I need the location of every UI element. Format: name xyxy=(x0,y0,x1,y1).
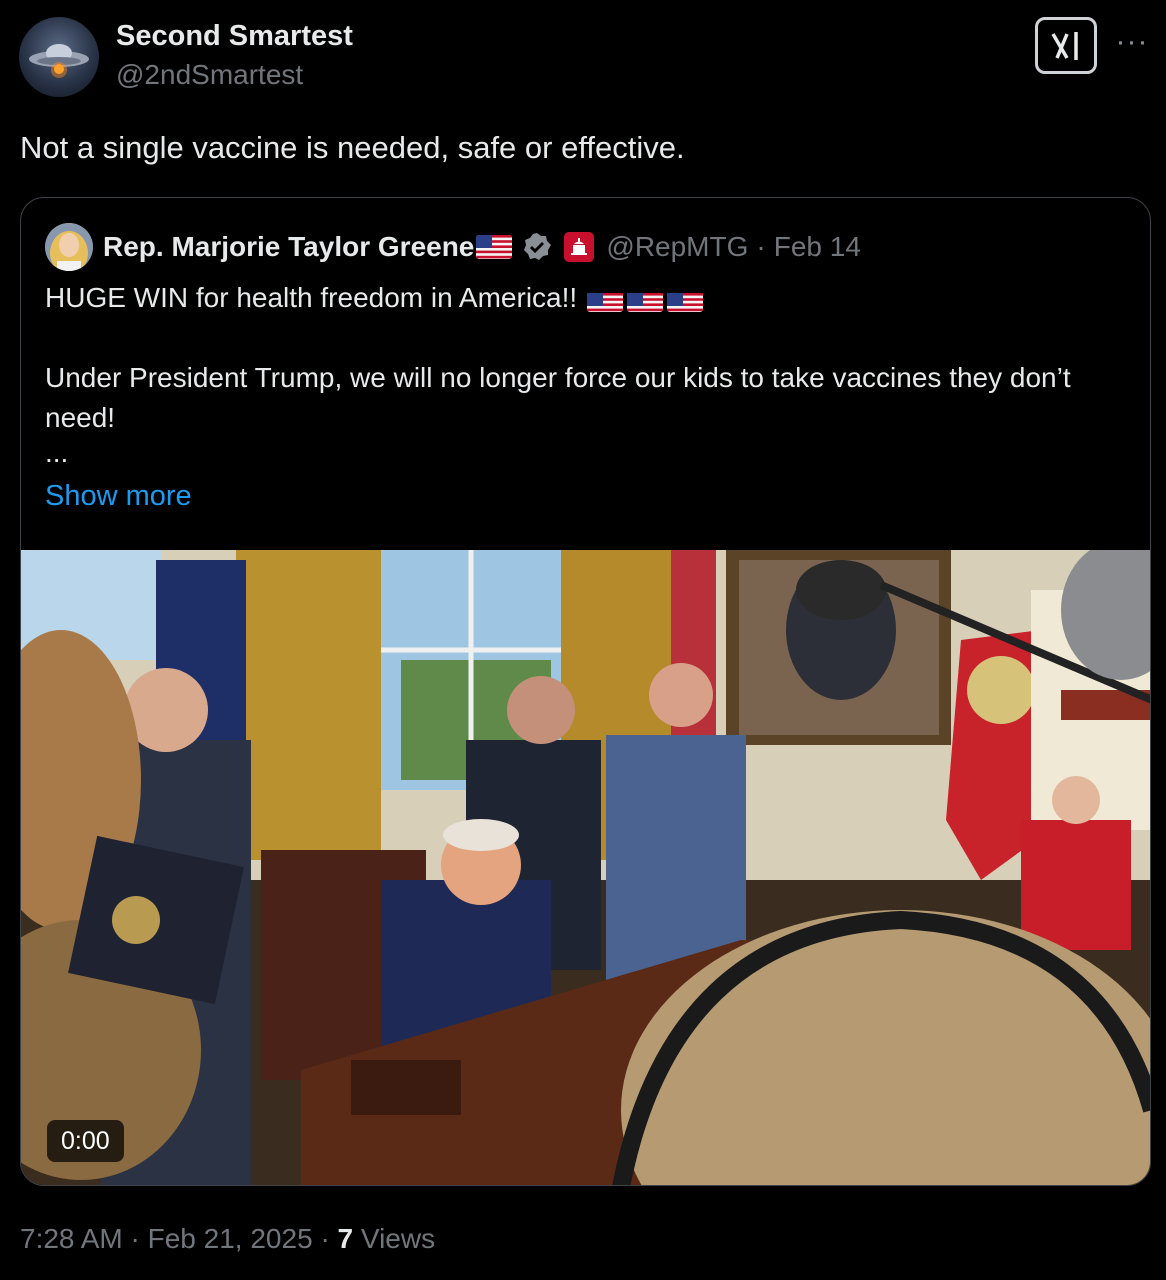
more-icon[interactable]: ··· xyxy=(1112,22,1152,62)
post-meta: 7:28 AM · Feb 21, 2025 · 7 Views xyxy=(20,1220,435,1258)
quote-text-line1: HUGE WIN for health freedom in America!! xyxy=(45,278,1125,318)
author-handle[interactable]: @2ndSmartest xyxy=(116,56,353,94)
video-thumbnail xyxy=(21,550,1150,1185)
views-count: 7 xyxy=(337,1223,354,1254)
grok-icon xyxy=(1051,31,1078,60)
video-timecode: 0:00 xyxy=(47,1120,124,1162)
government-affiliation-icon[interactable] xyxy=(564,232,595,262)
post: Second Smartest @2ndSmartest ··· Not a s… xyxy=(0,0,1166,1280)
post-text: Not a single vaccine is needed, safe or … xyxy=(20,130,685,165)
quote-author-avatar[interactable] xyxy=(45,223,93,271)
grok-button[interactable] xyxy=(1035,17,1097,74)
author-avatar[interactable] xyxy=(19,17,99,97)
quote-author-name[interactable]: Rep. Marjorie Taylor Greene xyxy=(103,231,474,263)
quote-author-handle[interactable]: @RepMTG xyxy=(606,231,748,263)
verified-badge-icon[interactable] xyxy=(522,232,552,262)
quote-text-line2: Under President Trump, we will no longer… xyxy=(45,362,1071,433)
quote-header: Rep. Marjorie Taylor Greene @RepMTG · Fe… xyxy=(45,222,861,272)
video-player[interactable]: 0:00 xyxy=(21,550,1150,1185)
post-date[interactable]: Feb 21, 2025 xyxy=(148,1223,313,1254)
quote-date[interactable]: Feb 14 xyxy=(774,231,861,263)
us-flag-icon xyxy=(476,235,513,259)
us-flag-icon xyxy=(666,288,703,312)
views-label: Views xyxy=(360,1223,436,1254)
post-time[interactable]: 7:28 AM xyxy=(20,1223,123,1254)
quote-text: HUGE WIN for health freedom in America!! xyxy=(45,282,578,313)
meta-separator: · xyxy=(320,1223,330,1254)
quote-ellipsis: ... xyxy=(45,437,69,468)
meta-separator: · xyxy=(130,1223,140,1254)
quote-separator: · xyxy=(756,231,766,262)
us-flag-icon xyxy=(626,288,663,312)
author-info: Second Smartest @2ndSmartest xyxy=(116,18,353,94)
show-more-link[interactable]: Show more xyxy=(45,480,192,513)
author-name[interactable]: Second Smartest xyxy=(116,18,353,54)
us-flag-icon xyxy=(586,288,623,312)
quoted-post[interactable]: Rep. Marjorie Taylor Greene @RepMTG · Fe… xyxy=(20,197,1151,1186)
